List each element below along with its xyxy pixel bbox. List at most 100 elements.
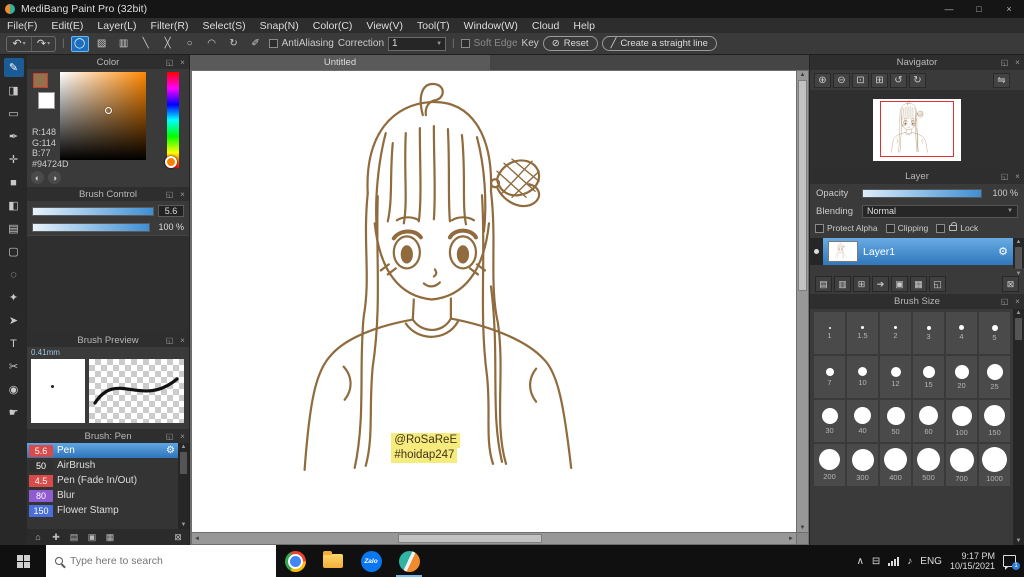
clipping-checkbox[interactable] — [885, 223, 895, 233]
snap-cross-button[interactable]: ╳ — [159, 36, 177, 52]
flip-view-icon[interactable]: ⇋ — [993, 72, 1010, 88]
close-icon[interactable]: × — [176, 58, 189, 67]
canvas-tab-untitled[interactable]: Untitled — [190, 55, 490, 70]
popout-icon[interactable]: ◱ — [163, 432, 176, 441]
foreground-color-swatch[interactable] — [33, 73, 48, 88]
brush-size-option[interactable]: 700 — [946, 444, 977, 486]
brush-size-value[interactable]: 5.6 — [158, 205, 184, 217]
language-indicator[interactable]: ENG — [920, 556, 942, 567]
menu-item-select[interactable]: Select(S) — [195, 18, 252, 33]
brush-size-option[interactable]: 60 — [913, 400, 944, 442]
taskbar-search-input[interactable] — [70, 555, 267, 567]
transfer-layer-button[interactable]: ➔ — [872, 276, 889, 292]
lock-checkbox[interactable] — [936, 223, 946, 233]
add-palette-icon[interactable]: ◑ — [48, 171, 61, 184]
popout-icon[interactable]: ◱ — [163, 336, 176, 345]
menu-item-snap[interactable]: Snap(N) — [253, 18, 306, 33]
close-icon[interactable]: × — [1011, 58, 1024, 67]
brush-size-option[interactable]: 5 — [979, 312, 1010, 354]
duplicate-layer-button[interactable]: ▥ — [834, 276, 851, 292]
scroll-down-icon[interactable]: ▼ — [181, 522, 187, 528]
divide-tool[interactable]: ✂ — [4, 357, 24, 376]
color-picker-marker[interactable] — [104, 107, 112, 115]
brush-size-option[interactable]: 1 — [814, 312, 845, 354]
close-icon[interactable]: × — [176, 190, 189, 199]
brush-item-blur[interactable]: 80 Blur — [27, 488, 178, 503]
scroll-left-icon[interactable]: ◄ — [194, 536, 200, 542]
brush-item-pen-fade[interactable]: 4.5 Pen (Fade In/Out) — [27, 473, 178, 488]
correction-dropdown[interactable]: 1 ▼ — [388, 36, 447, 51]
delete-layer-button[interactable]: ⊠ — [1002, 276, 1019, 292]
layer-settings-button[interactable]: ◱ — [929, 276, 946, 292]
zalo-taskbar-icon[interactable]: Zalo — [352, 545, 390, 577]
navigator-view-frame[interactable] — [880, 100, 954, 157]
brush-size-option[interactable]: 200 — [814, 444, 845, 486]
delete-brush-button[interactable]: ⊠ — [171, 531, 185, 544]
snap-off-button[interactable]: ◯ — [70, 35, 89, 52]
menu-item-view[interactable]: View(V) — [359, 18, 410, 33]
close-button[interactable]: × — [994, 0, 1024, 18]
brush-size-option[interactable]: 3 — [913, 312, 944, 354]
gradient-tool[interactable]: ▤ — [4, 219, 24, 238]
brush-size-option[interactable]: 1000 — [979, 444, 1010, 486]
menu-item-color[interactable]: Color(C) — [306, 18, 360, 33]
lasso-tool[interactable]: ◌ — [4, 265, 24, 284]
snap-diagonal-button[interactable]: ╲ — [137, 36, 155, 52]
brush-size-option[interactable]: 100 — [946, 400, 977, 442]
soft-edge-checkbox[interactable] — [460, 39, 470, 48]
scroll-thumb[interactable] — [1015, 247, 1022, 269]
navigator-thumbnail[interactable] — [873, 98, 961, 161]
close-icon[interactable]: × — [176, 432, 189, 441]
speaker-icon[interactable]: ♪ — [907, 556, 912, 567]
brush-tool[interactable]: ✎ — [3, 58, 24, 77]
menu-item-tool[interactable]: Tool(T) — [410, 18, 457, 33]
popout-icon[interactable]: ◱ — [998, 172, 1011, 181]
antialiasing-checkbox[interactable] — [268, 39, 278, 48]
marquee-tool[interactable]: ▢ — [4, 242, 24, 261]
brush-size-option[interactable]: 1.5 — [847, 312, 878, 354]
convert-layer-button[interactable]: ⊞ — [853, 276, 870, 292]
display-icon[interactable]: ⊟ — [872, 556, 880, 567]
scroll-right-icon[interactable]: ► — [788, 536, 794, 542]
canvas-horizontal-scrollbar[interactable]: ◄ ► — [192, 533, 796, 544]
drawing-canvas[interactable]: @RoSaReE #hoidap247 — [192, 71, 796, 532]
color-wheel-icon[interactable]: ◐ — [31, 171, 44, 184]
maximize-button[interactable]: □ — [964, 0, 994, 18]
brush-size-option[interactable]: 500 — [913, 444, 944, 486]
brush-item-flower-stamp[interactable]: 150 Flower Stamp — [27, 503, 178, 518]
add-layer-button[interactable]: ▤ — [815, 276, 832, 292]
brush-size-option[interactable]: 400 — [880, 444, 911, 486]
pen-tool[interactable]: ✒ — [4, 127, 24, 146]
network-icon[interactable] — [888, 556, 900, 566]
reset-button[interactable]: ⊘ Reset — [542, 36, 598, 51]
scroll-up-icon[interactable]: ▲ — [1016, 310, 1022, 316]
brush-size-option[interactable]: 15 — [913, 356, 944, 398]
add-brush-button[interactable]: ✚ — [49, 531, 63, 544]
brush-size-option[interactable]: 300 — [847, 444, 878, 486]
canvas-vertical-scrollbar[interactable]: ▲ ▼ — [797, 71, 808, 532]
duplicate-brush-button[interactable]: ▤ — [67, 531, 81, 544]
snap-curve-button[interactable]: ◠ — [203, 36, 221, 52]
brush-size-option[interactable]: 150 — [979, 400, 1010, 442]
scroll-up-icon[interactable]: ▲ — [181, 444, 187, 450]
menu-item-cloud[interactable]: Cloud — [525, 18, 566, 33]
scroll-down-icon[interactable]: ▼ — [800, 525, 806, 531]
brush-size-option[interactable]: 50 — [880, 400, 911, 442]
select-rect-tool[interactable]: ▭ — [4, 104, 24, 123]
brush-list-scrollbar[interactable]: ▲ ▼ — [178, 443, 189, 529]
import-brush-button[interactable]: ▦ — [103, 531, 117, 544]
snap-parallel-button[interactable]: ▨ — [93, 36, 111, 52]
brush-opacity-slider[interactable] — [32, 222, 150, 232]
eraser-tool[interactable]: ◨ — [4, 81, 24, 100]
chrome-taskbar-icon[interactable] — [276, 545, 314, 577]
brush-item-airbrush[interactable]: 50 AirBrush — [27, 458, 178, 473]
brush-size-option[interactable]: 7 — [814, 356, 845, 398]
scroll-thumb[interactable] — [798, 80, 807, 292]
start-button[interactable] — [0, 545, 46, 577]
brush-size-option[interactable]: 40 — [847, 400, 878, 442]
scroll-down-icon[interactable]: ▼ — [1016, 271, 1022, 277]
layer-visibility-toggle[interactable] — [810, 238, 823, 265]
medibang-taskbar-icon[interactable] — [390, 545, 428, 577]
menu-item-edit[interactable]: Edit(E) — [44, 18, 90, 33]
hue-marker[interactable] — [165, 156, 177, 168]
